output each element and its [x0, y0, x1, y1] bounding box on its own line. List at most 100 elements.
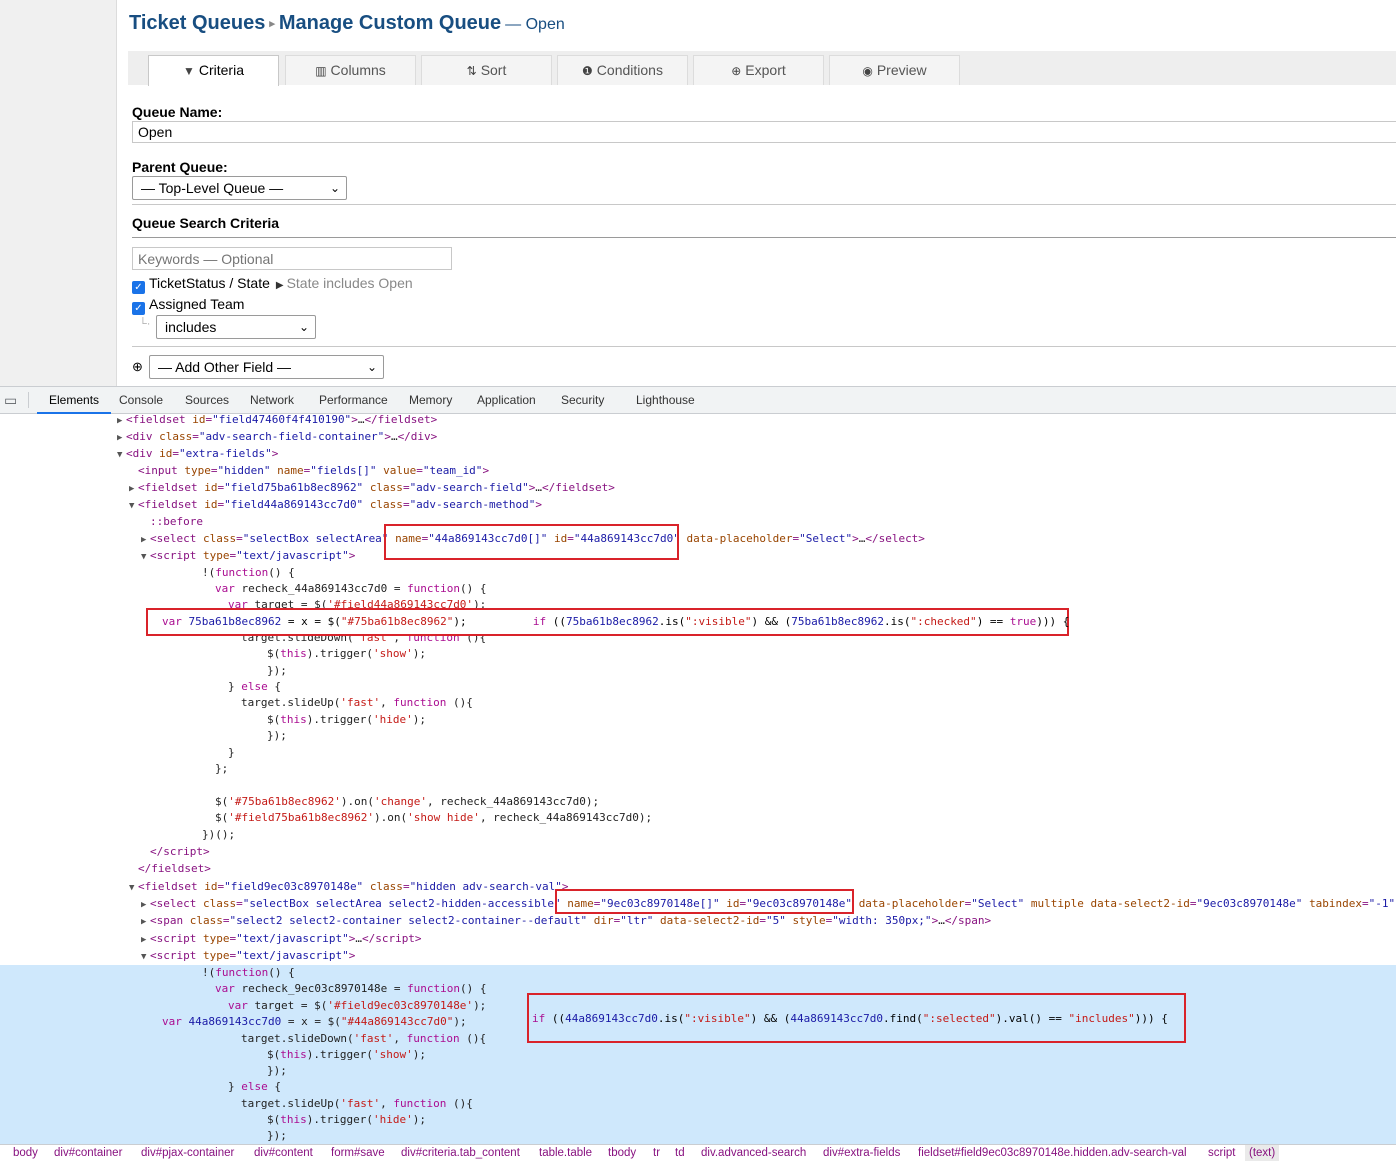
filter-icon: ▼: [182, 64, 195, 78]
dom-node[interactable]: ▼ <div id="extra-fields">: [117, 445, 278, 462]
left-gutter: [0, 0, 117, 386]
breadcrumb-item[interactable]: div#criteria.tab_content: [401, 1145, 520, 1161]
selected-node-highlight: [0, 965, 1396, 1144]
annotated-code-line: var 75ba61b8ec8962 = x = $("#75ba61b8ec8…: [162, 615, 1070, 628]
tab-preview[interactable]: ◉ Preview: [829, 55, 960, 85]
elements-tree: ▶ <fieldset id="field47460f4f410190">…</f…: [0, 414, 1396, 1144]
search-criteria-heading: Queue Search Criteria: [132, 215, 280, 231]
tab-sort[interactable]: ⇅ Sort: [421, 55, 552, 85]
code-line: } else {: [228, 680, 281, 693]
queue-name-input[interactable]: [132, 121, 1396, 143]
dom-node[interactable]: ▼ <script type="text/javascript">: [141, 547, 355, 564]
main-content: Ticket Queues ▸ Manage Custom Queue — Open …: [117, 0, 1396, 386]
devtools-tab-memory[interactable]: Memory: [409, 387, 452, 414]
info-icon: ❶: [582, 64, 593, 78]
team-checkbox[interactable]: ✓: [132, 302, 145, 315]
breadcrumb-item[interactable]: tbody: [608, 1145, 636, 1161]
dom-node[interactable]: ▼ <script type="text/javascript">: [141, 947, 355, 964]
dom-node[interactable]: </script>: [150, 843, 210, 860]
add-field-select[interactable]: — Add Other Field — ⌄: [149, 355, 384, 379]
criteria-tabbar: ▼ Criteria ▥ Columns ⇅ Sort ❶ Conditions ⊕ Ex…: [128, 51, 1396, 86]
chevron-down-icon: ⌄: [329, 181, 340, 195]
devtools-tab-console[interactable]: Console: [119, 387, 163, 414]
queue-name-label: Queue Name:: [132, 104, 223, 120]
dom-node[interactable]: ▶ <fieldset id="field47460f4f410190">…</f…: [117, 414, 437, 428]
team-method-value: includes: [165, 319, 217, 335]
code-line: })();: [202, 828, 236, 841]
dom-node[interactable]: ::before: [150, 513, 203, 530]
columns-icon: ▥: [315, 64, 327, 78]
devtools-tab-lighthouse[interactable]: Lighthouse: [636, 387, 695, 414]
title-link[interactable]: Ticket Queues: [129, 12, 265, 34]
code-line: !(function() {: [202, 966, 295, 979]
tab-export-label: Export: [745, 62, 786, 78]
code-line: var target = $('#field9ec03c8970148e');: [228, 999, 487, 1012]
dom-node[interactable]: ▼ <fieldset id="field44a869143cc7d0" clas…: [129, 496, 542, 513]
breadcrumb-item[interactable]: div.advanced-search: [701, 1145, 806, 1161]
parent-queue-select[interactable]: — Top-Level Queue — ⌄: [132, 176, 347, 200]
devtools-tabbar: ▭ Elements Console Sources Network Perfo…: [0, 387, 1396, 414]
code-line: } else {: [228, 1080, 281, 1093]
annotation-box: [384, 524, 679, 560]
breadcrumb-item[interactable]: div#container: [54, 1145, 122, 1161]
dom-node[interactable]: <input type="hidden" name="fields[]" val…: [138, 462, 489, 479]
breadcrumb-item[interactable]: tr: [653, 1145, 660, 1161]
code-line: var 44a869143cc7d0 = x = $("#44a869143cc…: [162, 1015, 467, 1028]
devtools-tab-application[interactable]: Application: [477, 387, 536, 414]
dom-node[interactable]: </fieldset>: [138, 860, 211, 877]
breadcrumb-item[interactable]: script: [1208, 1145, 1235, 1161]
breadcrumb-item[interactable]: body: [13, 1145, 38, 1161]
divider: [132, 346, 1396, 347]
devtools-tab-elements[interactable]: Elements: [37, 387, 112, 414]
breadcrumb-item[interactable]: form#save: [331, 1145, 385, 1161]
team-method-select[interactable]: includes ⌄: [156, 315, 316, 339]
export-icon: ⊕: [731, 64, 742, 78]
dom-breadcrumb: body div#container div#pjax-container di…: [0, 1144, 1396, 1161]
divider: [132, 237, 1396, 238]
parent-queue-value: — Top-Level Queue —: [141, 180, 284, 196]
page-title: Ticket Queues ▸ Manage Custom Queue — Open: [129, 12, 565, 35]
tab-criteria[interactable]: ▼ Criteria: [148, 55, 279, 86]
devtools-tab-security[interactable]: Security: [561, 387, 604, 414]
eye-icon: ◉: [862, 64, 873, 78]
dom-node[interactable]: ▼ <fieldset id="field9ec03c8970148e" clas…: [129, 878, 569, 895]
breadcrumb-item[interactable]: div#extra-fields: [823, 1145, 900, 1161]
subtitle: Manage Custom Queue: [278, 12, 502, 34]
plus-circle-icon[interactable]: ⊕: [132, 359, 143, 375]
annotated-code-line: if ((44a869143cc7d0.is(":visible") && (4…: [532, 1012, 1168, 1025]
tab-preview-label: Preview: [876, 62, 927, 78]
dom-node[interactable]: ▶ <fieldset id="field75ba61b8ec8962" clas…: [129, 479, 615, 496]
keywords-input[interactable]: [132, 247, 452, 270]
caret-right-icon[interactable]: ▶: [276, 280, 284, 291]
device-toggle-icon[interactable]: ▭: [4, 392, 20, 408]
breadcrumb-item[interactable]: td: [675, 1145, 685, 1161]
code-line: $(this).trigger('show');: [267, 1048, 426, 1061]
status-checkbox[interactable]: ✓: [132, 281, 145, 294]
breadcrumb-item-selected[interactable]: (text): [1245, 1145, 1280, 1161]
tab-criteria-label: Criteria: [198, 62, 244, 78]
status-label: TicketStatus / State: [149, 275, 270, 291]
breadcrumb-item[interactable]: fieldset#field9ec03c8970148e.hidden.adv-…: [918, 1145, 1187, 1161]
code-line: $('#field75ba61b8ec8962').on('show hide'…: [215, 811, 653, 824]
devtools-tab-network[interactable]: Network: [250, 387, 294, 414]
annotation-box: [555, 889, 854, 914]
code-line: $(this).trigger('hide');: [267, 1113, 426, 1126]
breadcrumb-item[interactable]: div#pjax-container: [141, 1145, 234, 1161]
divider: [28, 392, 29, 408]
breadcrumb-item[interactable]: table.table: [539, 1145, 592, 1161]
dom-node[interactable]: ▶ <div class="adv-search-field-container"…: [117, 428, 437, 445]
tab-columns[interactable]: ▥ Columns: [285, 55, 416, 85]
tab-export[interactable]: ⊕ Export: [693, 55, 824, 85]
status-summary[interactable]: State includes Open: [287, 275, 413, 291]
code-line: var recheck_44a869143cc7d0 = function() …: [215, 582, 487, 595]
dom-node[interactable]: ▶ <span class="select2 select2-container …: [141, 912, 991, 929]
breadcrumb-item[interactable]: div#content: [254, 1145, 313, 1161]
code-line: $(this).trigger('show');: [267, 647, 426, 660]
dom-node[interactable]: ▶ <script type="text/javascript">…</scrip…: [141, 930, 422, 947]
tab-conditions[interactable]: ❶ Conditions: [557, 55, 688, 85]
devtools-tab-performance[interactable]: Performance: [319, 387, 388, 414]
devtools-tab-sources[interactable]: Sources: [185, 387, 229, 414]
code-line: });: [267, 729, 287, 742]
team-label: Assigned Team: [149, 296, 245, 312]
devtools-panel: ▭ Elements Console Sources Network Perfo…: [0, 386, 1396, 1161]
